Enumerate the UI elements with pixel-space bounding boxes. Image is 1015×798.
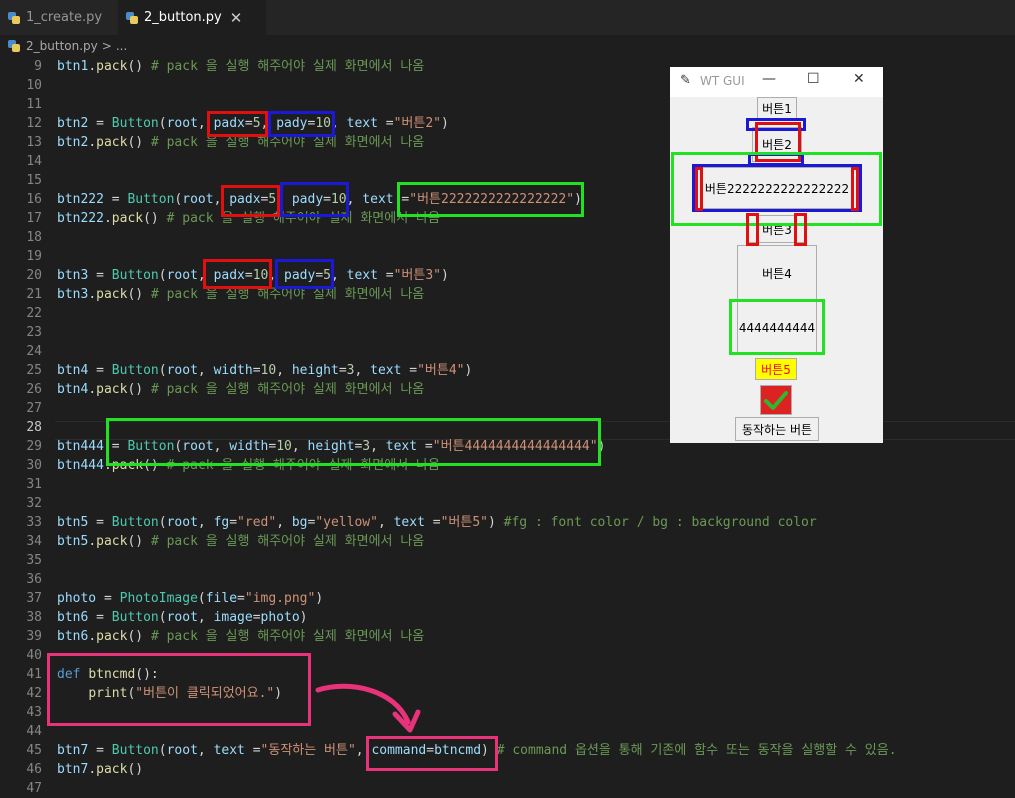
btn7-button[interactable]: 동작하는 버튼 [735, 417, 819, 441]
btn1-button[interactable]: 버튼1 [757, 97, 797, 119]
annotation-box-width-height [729, 299, 825, 355]
minimize-icon[interactable]: — [762, 71, 776, 87]
annotation-box-pady [692, 164, 862, 212]
annotation-box-padx [794, 213, 807, 246]
annotation-box-padx [695, 167, 703, 211]
tk-window: ✎ WT GUI — ☐ ✕ 버튼1 버튼2 버튼222222222222222… [670, 67, 883, 443]
feather-icon: ✎ [680, 73, 691, 88]
checkmark-icon [764, 391, 788, 410]
btn6-image-button[interactable] [760, 385, 792, 415]
maximize-icon[interactable]: ☐ [807, 71, 820, 87]
annotation-box-padx [746, 213, 759, 246]
tk-window-title: WT GUI [700, 74, 745, 88]
btn4-button[interactable]: 버튼4 [737, 245, 817, 301]
close-icon[interactable]: ✕ [853, 71, 865, 87]
tk-titlebar: ✎ WT GUI — ☐ ✕ [670, 67, 883, 97]
annotation-box-padx [851, 167, 859, 211]
btn5-button[interactable]: 버튼5 [755, 358, 797, 380]
